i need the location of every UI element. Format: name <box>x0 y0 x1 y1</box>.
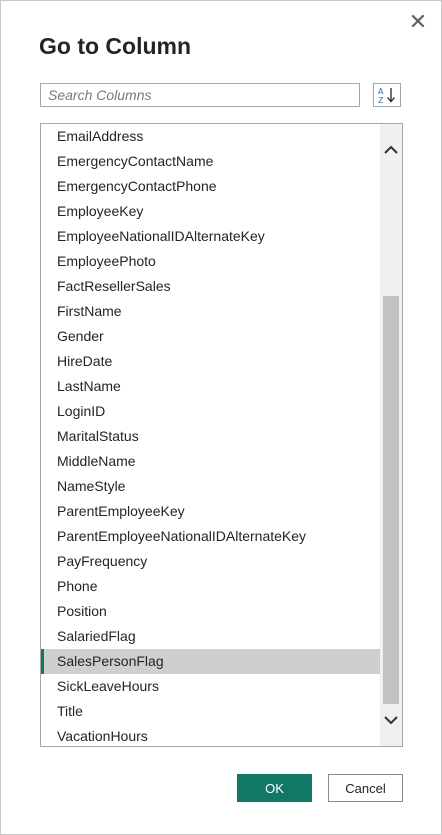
column-list-item[interactable]: NameStyle <box>41 474 380 499</box>
column-list-item[interactable]: PayFrequency <box>41 549 380 574</box>
column-list-item[interactable]: Phone <box>41 574 380 599</box>
svg-text:A: A <box>378 87 384 96</box>
sort-button[interactable]: A Z <box>373 83 401 107</box>
scroll-thumb[interactable] <box>383 296 399 704</box>
scroll-up-button[interactable] <box>380 138 402 162</box>
column-list-item[interactable]: SickLeaveHours <box>41 674 380 699</box>
column-list-item[interactable]: EmailAddress <box>41 124 380 149</box>
dialog-title: Go to Column <box>39 33 192 59</box>
chevron-up-icon <box>384 145 398 154</box>
column-list-item[interactable]: EmergencyContactName <box>41 149 380 174</box>
close-icon[interactable]: ✕ <box>407 11 429 33</box>
column-list-item[interactable]: Position <box>41 599 380 624</box>
go-to-column-dialog: ✕ Go to Column A Z EmailAddressEmergency… <box>0 0 442 835</box>
svg-text:Z: Z <box>378 96 384 104</box>
column-list-item[interactable]: EmployeeKey <box>41 199 380 224</box>
ok-button[interactable]: OK <box>237 774 312 802</box>
column-list[interactable]: EmailAddress EmergencyContactName Emergenc… <box>40 123 403 747</box>
vertical-scrollbar[interactable] <box>380 124 402 746</box>
column-list-item[interactable]: FirstName <box>41 299 380 324</box>
search-input[interactable] <box>40 83 360 107</box>
sort-az-icon: A Z <box>378 87 395 104</box>
column-list-item[interactable]: SalariedFlag <box>41 624 380 649</box>
column-list-item[interactable]: EmployeeNationalIDAlternateKey <box>41 224 380 249</box>
column-list-item[interactable]: EmployeePhoto <box>41 249 380 274</box>
column-list-item[interactable]: MiddleName <box>41 449 380 474</box>
column-list-item[interactable]: Title <box>41 699 380 724</box>
column-list-item[interactable]: ParentEmployeeKey <box>41 499 380 524</box>
column-list-item[interactable]: VacationHours <box>41 724 380 746</box>
column-list-item[interactable]: LoginID <box>41 399 380 424</box>
scroll-down-button[interactable] <box>380 708 402 732</box>
column-list-item[interactable]: Gender <box>41 324 380 349</box>
column-list-item[interactable]: MaritalStatus <box>41 424 380 449</box>
column-list-item[interactable]: EmergencyContactPhone <box>41 174 380 199</box>
cancel-button[interactable]: Cancel <box>328 774 403 802</box>
column-list-items: EmailAddress EmergencyContactName Emergenc… <box>41 124 380 746</box>
column-list-item[interactable]: FactResellerSales <box>41 274 380 299</box>
column-list-item[interactable]: SalesPersonFlag <box>41 649 380 674</box>
column-list-item[interactable]: ParentEmployeeNationalIDAlternateKey <box>41 524 380 549</box>
column-list-item[interactable]: LastName <box>41 374 380 399</box>
chevron-down-icon <box>384 716 398 725</box>
column-list-item[interactable]: HireDate <box>41 349 380 374</box>
